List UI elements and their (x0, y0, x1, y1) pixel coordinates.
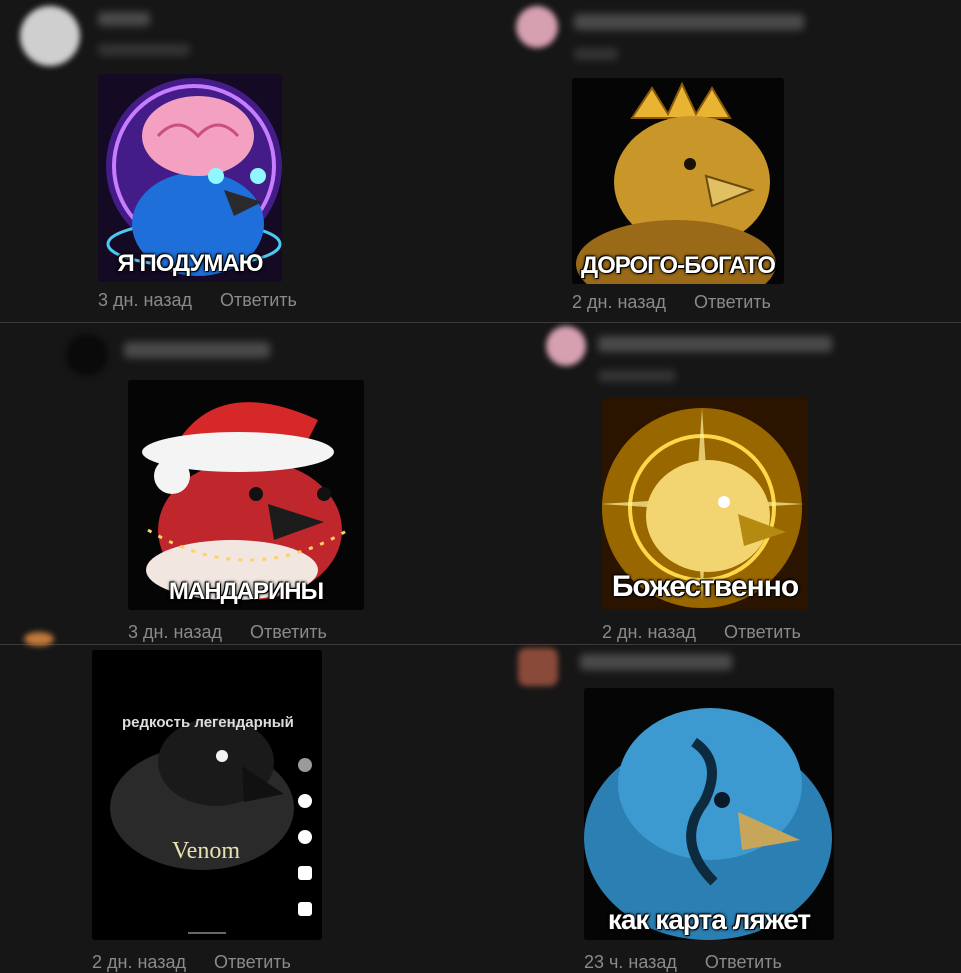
sticker-caption: Божественно (611, 570, 799, 603)
row-divider (0, 322, 961, 323)
comment-icon[interactable] (298, 830, 312, 844)
sticker-caption: Venom (172, 838, 240, 864)
reply-button[interactable]: Ответить (214, 952, 291, 972)
reply-button[interactable]: Ответить (724, 622, 801, 642)
comment-time: 3 дн. назад (128, 622, 222, 642)
black-bird-video-illustration (92, 650, 322, 940)
sticker-caption: как карта ляжет (607, 904, 811, 935)
reply-button[interactable]: Ответить (250, 622, 327, 642)
user-avatar[interactable] (516, 6, 558, 48)
comment-meta: 23 ч. назад Ответить (584, 952, 782, 973)
user-avatar[interactable] (20, 6, 80, 66)
comment-meta: 2 дн. назад Ответить (572, 292, 771, 313)
reply-button[interactable]: Ответить (220, 290, 297, 310)
user-avatar[interactable] (66, 334, 108, 376)
user-avatar[interactable] (546, 326, 586, 366)
comment-sticker[interactable]: МАНДАРИНЫ (128, 380, 364, 610)
video-action-rail (292, 758, 318, 938)
user-avatar[interactable] (24, 632, 54, 646)
comment-meta: 3 дн. назад Ответить (98, 290, 297, 311)
sticker-caption: Я ПОДУМАЮ (117, 250, 264, 277)
comment-time: 23 ч. назад (584, 952, 677, 972)
share-icon[interactable] (298, 902, 312, 916)
username-blurred[interactable] (98, 12, 150, 26)
reply-button[interactable]: Ответить (705, 952, 782, 972)
username-blurred[interactable] (598, 336, 832, 352)
reply-button[interactable]: Ответить (694, 292, 771, 312)
username-blurred[interactable] (124, 342, 270, 358)
heart-icon[interactable] (298, 794, 312, 808)
user-avatar[interactable] (518, 648, 558, 686)
comment-sticker[interactable]: редкость легендарный Venom (92, 650, 322, 940)
comment-time: 2 дн. назад (92, 952, 186, 972)
row-divider (0, 644, 961, 645)
user-subline-blurred (598, 370, 676, 382)
sticker-caption: МАНДАРИНЫ (168, 578, 324, 605)
user-subline-blurred (98, 44, 190, 56)
comment-sticker[interactable]: как карта ляжет (584, 688, 834, 940)
comment-meta: 2 дн. назад Ответить (92, 952, 291, 973)
video-overlay-text: редкость легендарный (122, 714, 294, 731)
bookmark-icon[interactable] (298, 866, 312, 880)
comment-sticker[interactable]: Божественно (602, 398, 808, 610)
comment-meta: 3 дн. назад Ответить (128, 622, 327, 643)
comment-time: 2 дн. назад (572, 292, 666, 312)
sticker-caption: ДОРОГО-БОГАТО (581, 252, 776, 279)
comment-meta: 2 дн. назад Ответить (602, 622, 801, 643)
comment-sticker[interactable]: ДОРОГО-БОГАТО (572, 78, 784, 284)
comment-sticker[interactable]: Я ПОДУМАЮ (98, 74, 282, 282)
username-blurred[interactable] (574, 14, 804, 30)
comment-time: 2 дн. назад (602, 622, 696, 642)
user-subline-blurred (574, 48, 618, 60)
santa-hat-bird-illustration (128, 380, 364, 610)
tattooed-blue-bird-illustration (584, 688, 834, 940)
comment-time: 3 дн. назад (98, 290, 192, 310)
creator-avatar-icon[interactable] (298, 758, 312, 772)
username-blurred[interactable] (580, 654, 732, 670)
